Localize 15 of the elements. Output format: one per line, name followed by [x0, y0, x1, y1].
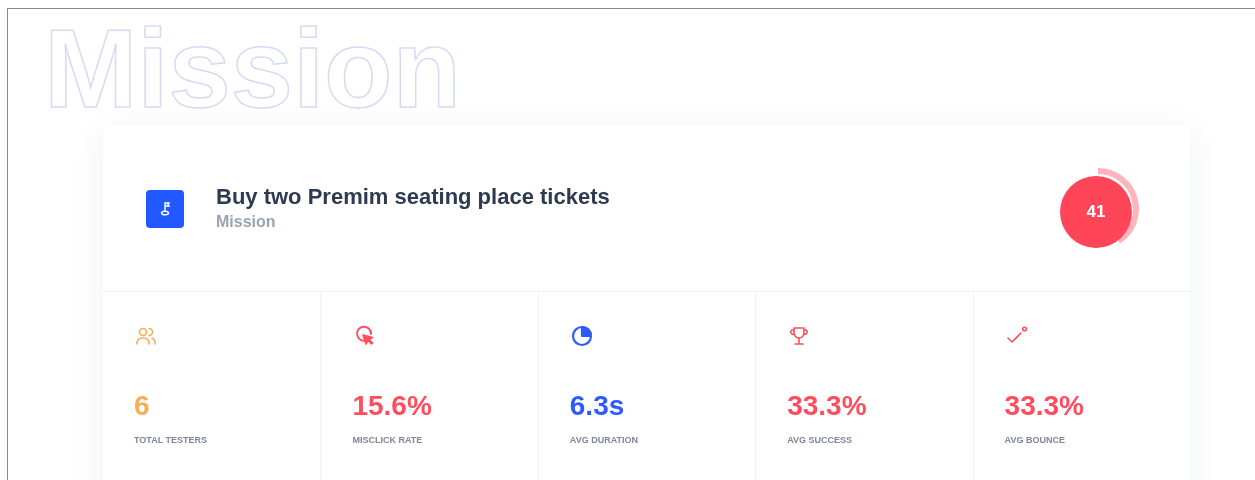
stat-label: AVG DURATION — [569, 434, 639, 447]
pie-chart-icon — [569, 324, 594, 348]
stat-label: MISCLICK RATE — [352, 434, 424, 447]
mission-title: Buy two Premim seating place tickets — [216, 182, 610, 211]
mission-subtitle: Mission — [216, 212, 277, 233]
stat-value: 6.3s — [569, 392, 626, 420]
stat-value: 6 — [134, 392, 151, 420]
stat-label: AVG SUCCESS — [787, 434, 854, 447]
stat-label: TOTAL TESTERS — [134, 434, 208, 447]
flag-icon — [146, 189, 184, 228]
stat-value: 33.3% — [1004, 392, 1085, 420]
score-badge: 41 — [1060, 175, 1132, 248]
stat-value: 33.3% — [787, 392, 868, 420]
stat-value: 15.6% — [352, 392, 433, 420]
stat-label: AVG BOUNCE — [1004, 434, 1066, 447]
